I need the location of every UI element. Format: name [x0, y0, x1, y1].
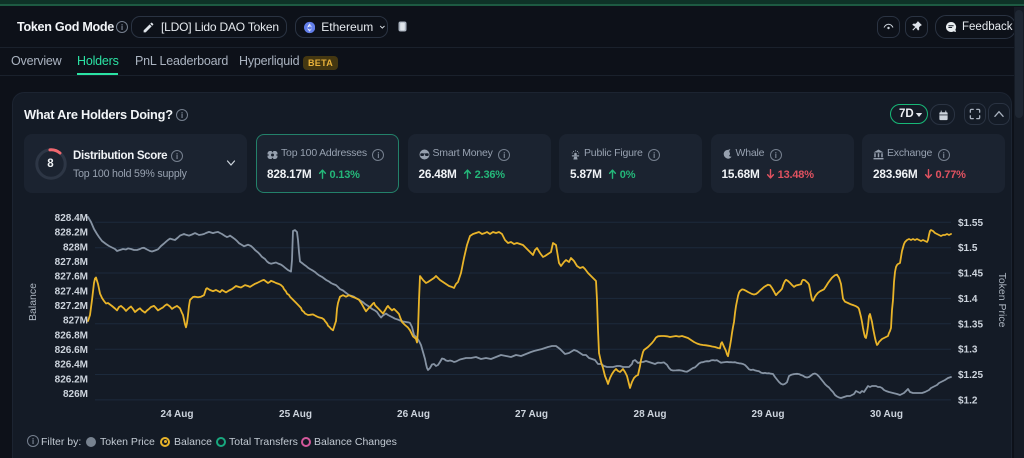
svg-text:29 Aug: 29 Aug [752, 409, 785, 420]
svg-text:$1.35: $1.35 [958, 319, 983, 330]
svg-text:$1.3: $1.3 [958, 345, 978, 356]
svg-text:24 Aug: 24 Aug [161, 409, 194, 420]
svg-text:$1.45: $1.45 [958, 269, 983, 280]
svg-text:827.2M: 827.2M [55, 301, 88, 312]
svg-text:$1.4: $1.4 [958, 294, 978, 305]
svg-text:27 Aug: 27 Aug [515, 409, 548, 420]
svg-text:30 Aug: 30 Aug [870, 409, 903, 420]
svg-text:827.6M: 827.6M [55, 272, 88, 283]
svg-text:826.6M: 826.6M [55, 345, 88, 356]
svg-text:828.2M: 828.2M [55, 228, 88, 239]
svg-text:Balance: Balance [27, 283, 39, 321]
svg-text:826.2M: 826.2M [55, 374, 88, 385]
svg-text:$1.55: $1.55 [958, 218, 983, 229]
svg-text:826.4M: 826.4M [55, 360, 88, 371]
svg-text:828M: 828M [63, 242, 88, 253]
svg-text:827.8M: 827.8M [55, 257, 88, 268]
svg-text:Token Price: Token Price [996, 273, 1008, 328]
svg-text:26 Aug: 26 Aug [397, 409, 430, 420]
svg-text:$1.5: $1.5 [958, 243, 978, 254]
svg-text:826.8M: 826.8M [55, 330, 88, 341]
svg-text:25 Aug: 25 Aug [279, 409, 312, 420]
svg-text:827M: 827M [63, 316, 88, 327]
svg-text:826M: 826M [63, 389, 88, 400]
svg-text:$1.25: $1.25 [958, 370, 983, 381]
svg-text:827.4M: 827.4M [55, 286, 88, 297]
svg-text:$1.2: $1.2 [958, 395, 978, 406]
svg-text:28 Aug: 28 Aug [634, 409, 667, 420]
svg-text:828.4M: 828.4M [55, 213, 88, 224]
